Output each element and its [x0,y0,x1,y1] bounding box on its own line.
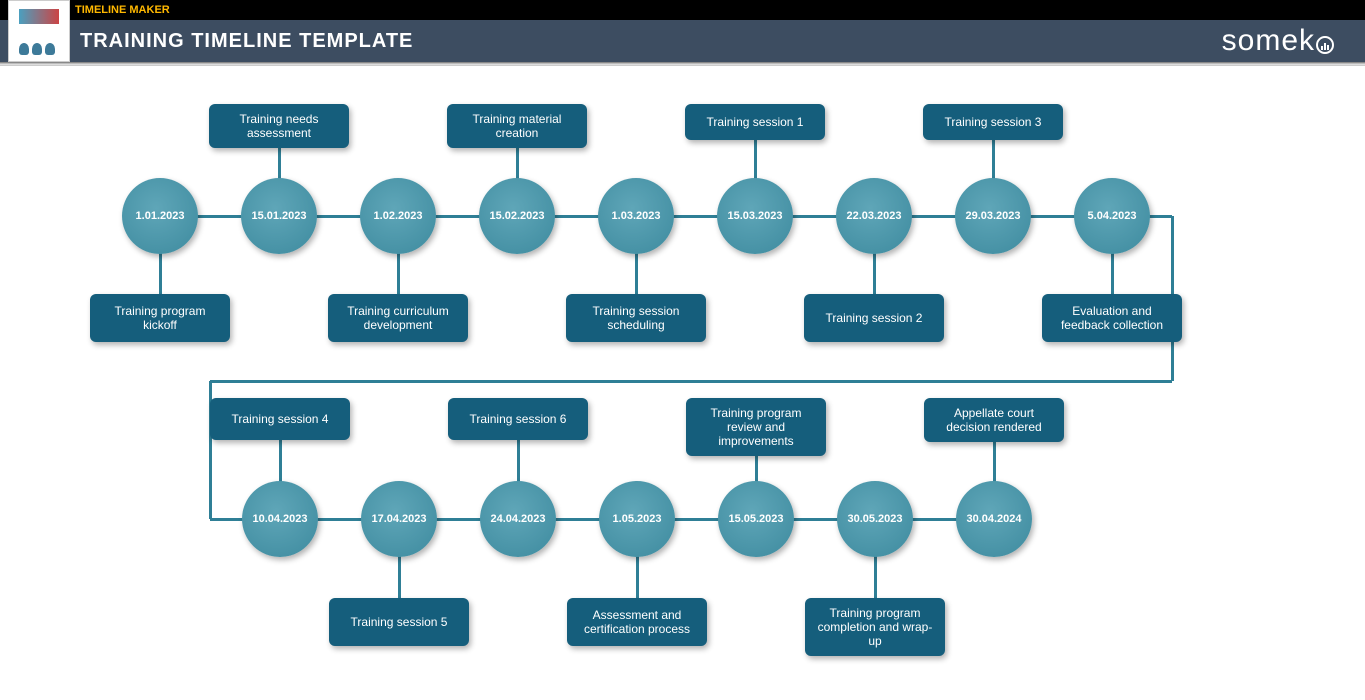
timeline-label: Training session 4 [210,398,350,440]
timeline-label: Training session 2 [804,294,944,342]
timeline-label: Training program review and improvements [686,398,826,456]
header: TIMELINE MAKER TRAINING TIMELINE TEMPLAT… [0,0,1365,66]
timeline-label: Training session 3 [923,104,1063,140]
page-title: TRAINING TIMELINE TEMPLATE [80,30,413,53]
timeline-node: 1.03.2023 [598,178,674,254]
timeline-label: Appellate court decision rendered [924,398,1064,442]
breadcrumb-bar: TIMELINE MAKER [0,0,1365,20]
timeline-node: 1.05.2023 [599,481,675,557]
timeline-node: 5.04.2023 [1074,178,1150,254]
timeline-node: 17.04.2023 [361,481,437,557]
timeline-node: 15.01.2023 [241,178,317,254]
timeline-node: 15.02.2023 [479,178,555,254]
breadcrumb-text: TIMELINE MAKER [75,4,170,16]
timeline-label: Training program kickoff [90,294,230,342]
timeline-label: Evaluation and feedback collection [1042,294,1182,342]
timeline-node: 24.04.2023 [480,481,556,557]
timeline-label: Training program completion and wrap-up [805,598,945,656]
timeline-node: 15.05.2023 [718,481,794,557]
timeline-label: Training session scheduling [566,294,706,342]
timeline-node: 30.04.2024 [956,481,1032,557]
timeline-node: 30.05.2023 [837,481,913,557]
timeline-node: 1.02.2023 [360,178,436,254]
timeline-label: Training curriculum development [328,294,468,342]
timeline-label: Training session 6 [448,398,588,440]
timeline-node: 1.01.2023 [122,178,198,254]
template-icon [8,0,70,62]
timeline-node: 22.03.2023 [836,178,912,254]
timeline-label: Assessment and certification process [567,598,707,646]
title-bar: TRAINING TIMELINE TEMPLATE somek [0,20,1365,62]
timeline-node: 10.04.2023 [242,481,318,557]
timeline-label: Training needs assessment [209,104,349,148]
timeline-node: 29.03.2023 [955,178,1031,254]
timeline-canvas: Training program kickoff Training needs a… [0,66,1365,696]
brand-logo: somek [1222,24,1335,58]
timeline-node: 15.03.2023 [717,178,793,254]
timeline-label: Training material creation [447,104,587,148]
timeline-label: Training session 1 [685,104,825,140]
timeline-label: Training session 5 [329,598,469,646]
